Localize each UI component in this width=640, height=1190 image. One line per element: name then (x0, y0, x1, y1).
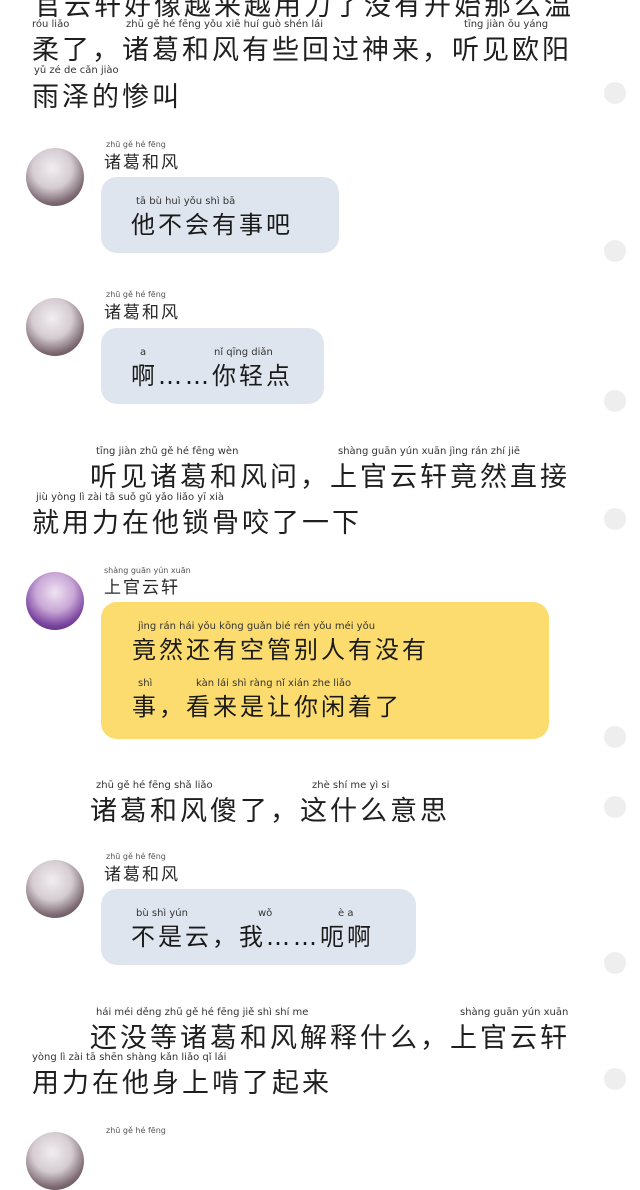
message-text: 竟然还有空管别人有没有 (132, 636, 429, 664)
narration-line: 诸葛和风傻了，这什么意思 (90, 796, 450, 827)
speaker-name: 诸葛和风 (104, 303, 180, 323)
side-dot (604, 796, 626, 818)
message-text: 事，看来是让你闲着了 (132, 693, 402, 721)
avatar[interactable] (26, 298, 84, 356)
side-dot (604, 240, 626, 262)
side-dot (604, 952, 626, 974)
avatar[interactable] (26, 1132, 84, 1190)
narration-line: 用力在他身上啃了起来 (32, 1068, 332, 1099)
speaker-name: 上官云轩 (104, 578, 180, 598)
avatar[interactable] (26, 860, 84, 918)
speaker-name: 诸葛和风 (104, 153, 180, 173)
speaker-name: 诸葛和风 (104, 865, 180, 885)
speaker-pinyin: zhū gě hé fēng (106, 1126, 166, 1135)
side-dot (604, 390, 626, 412)
narration-line: 就用力在他锁骨咬了一下 (32, 508, 362, 539)
side-dot (604, 726, 626, 748)
side-dot (604, 82, 626, 104)
narration-line: 雨泽的惨叫 (32, 82, 182, 113)
narration-line: 听见诸葛和风问，上官云轩竟然直接 (90, 462, 570, 493)
avatar[interactable] (26, 148, 84, 206)
avatar[interactable] (26, 572, 84, 630)
message-text: 不是云，我……呃啊 (131, 923, 374, 951)
message-text: 他不会有事吧 (131, 211, 293, 239)
side-dot (604, 508, 626, 530)
narration-line: 柔了，诸葛和风有些回过神来，听见欧阳 (32, 35, 572, 66)
message-text: 啊……你轻点 (131, 362, 293, 390)
narration-line: 还没等诸葛和风解释什么，上官云轩 (90, 1023, 570, 1054)
side-dot (604, 1068, 626, 1090)
